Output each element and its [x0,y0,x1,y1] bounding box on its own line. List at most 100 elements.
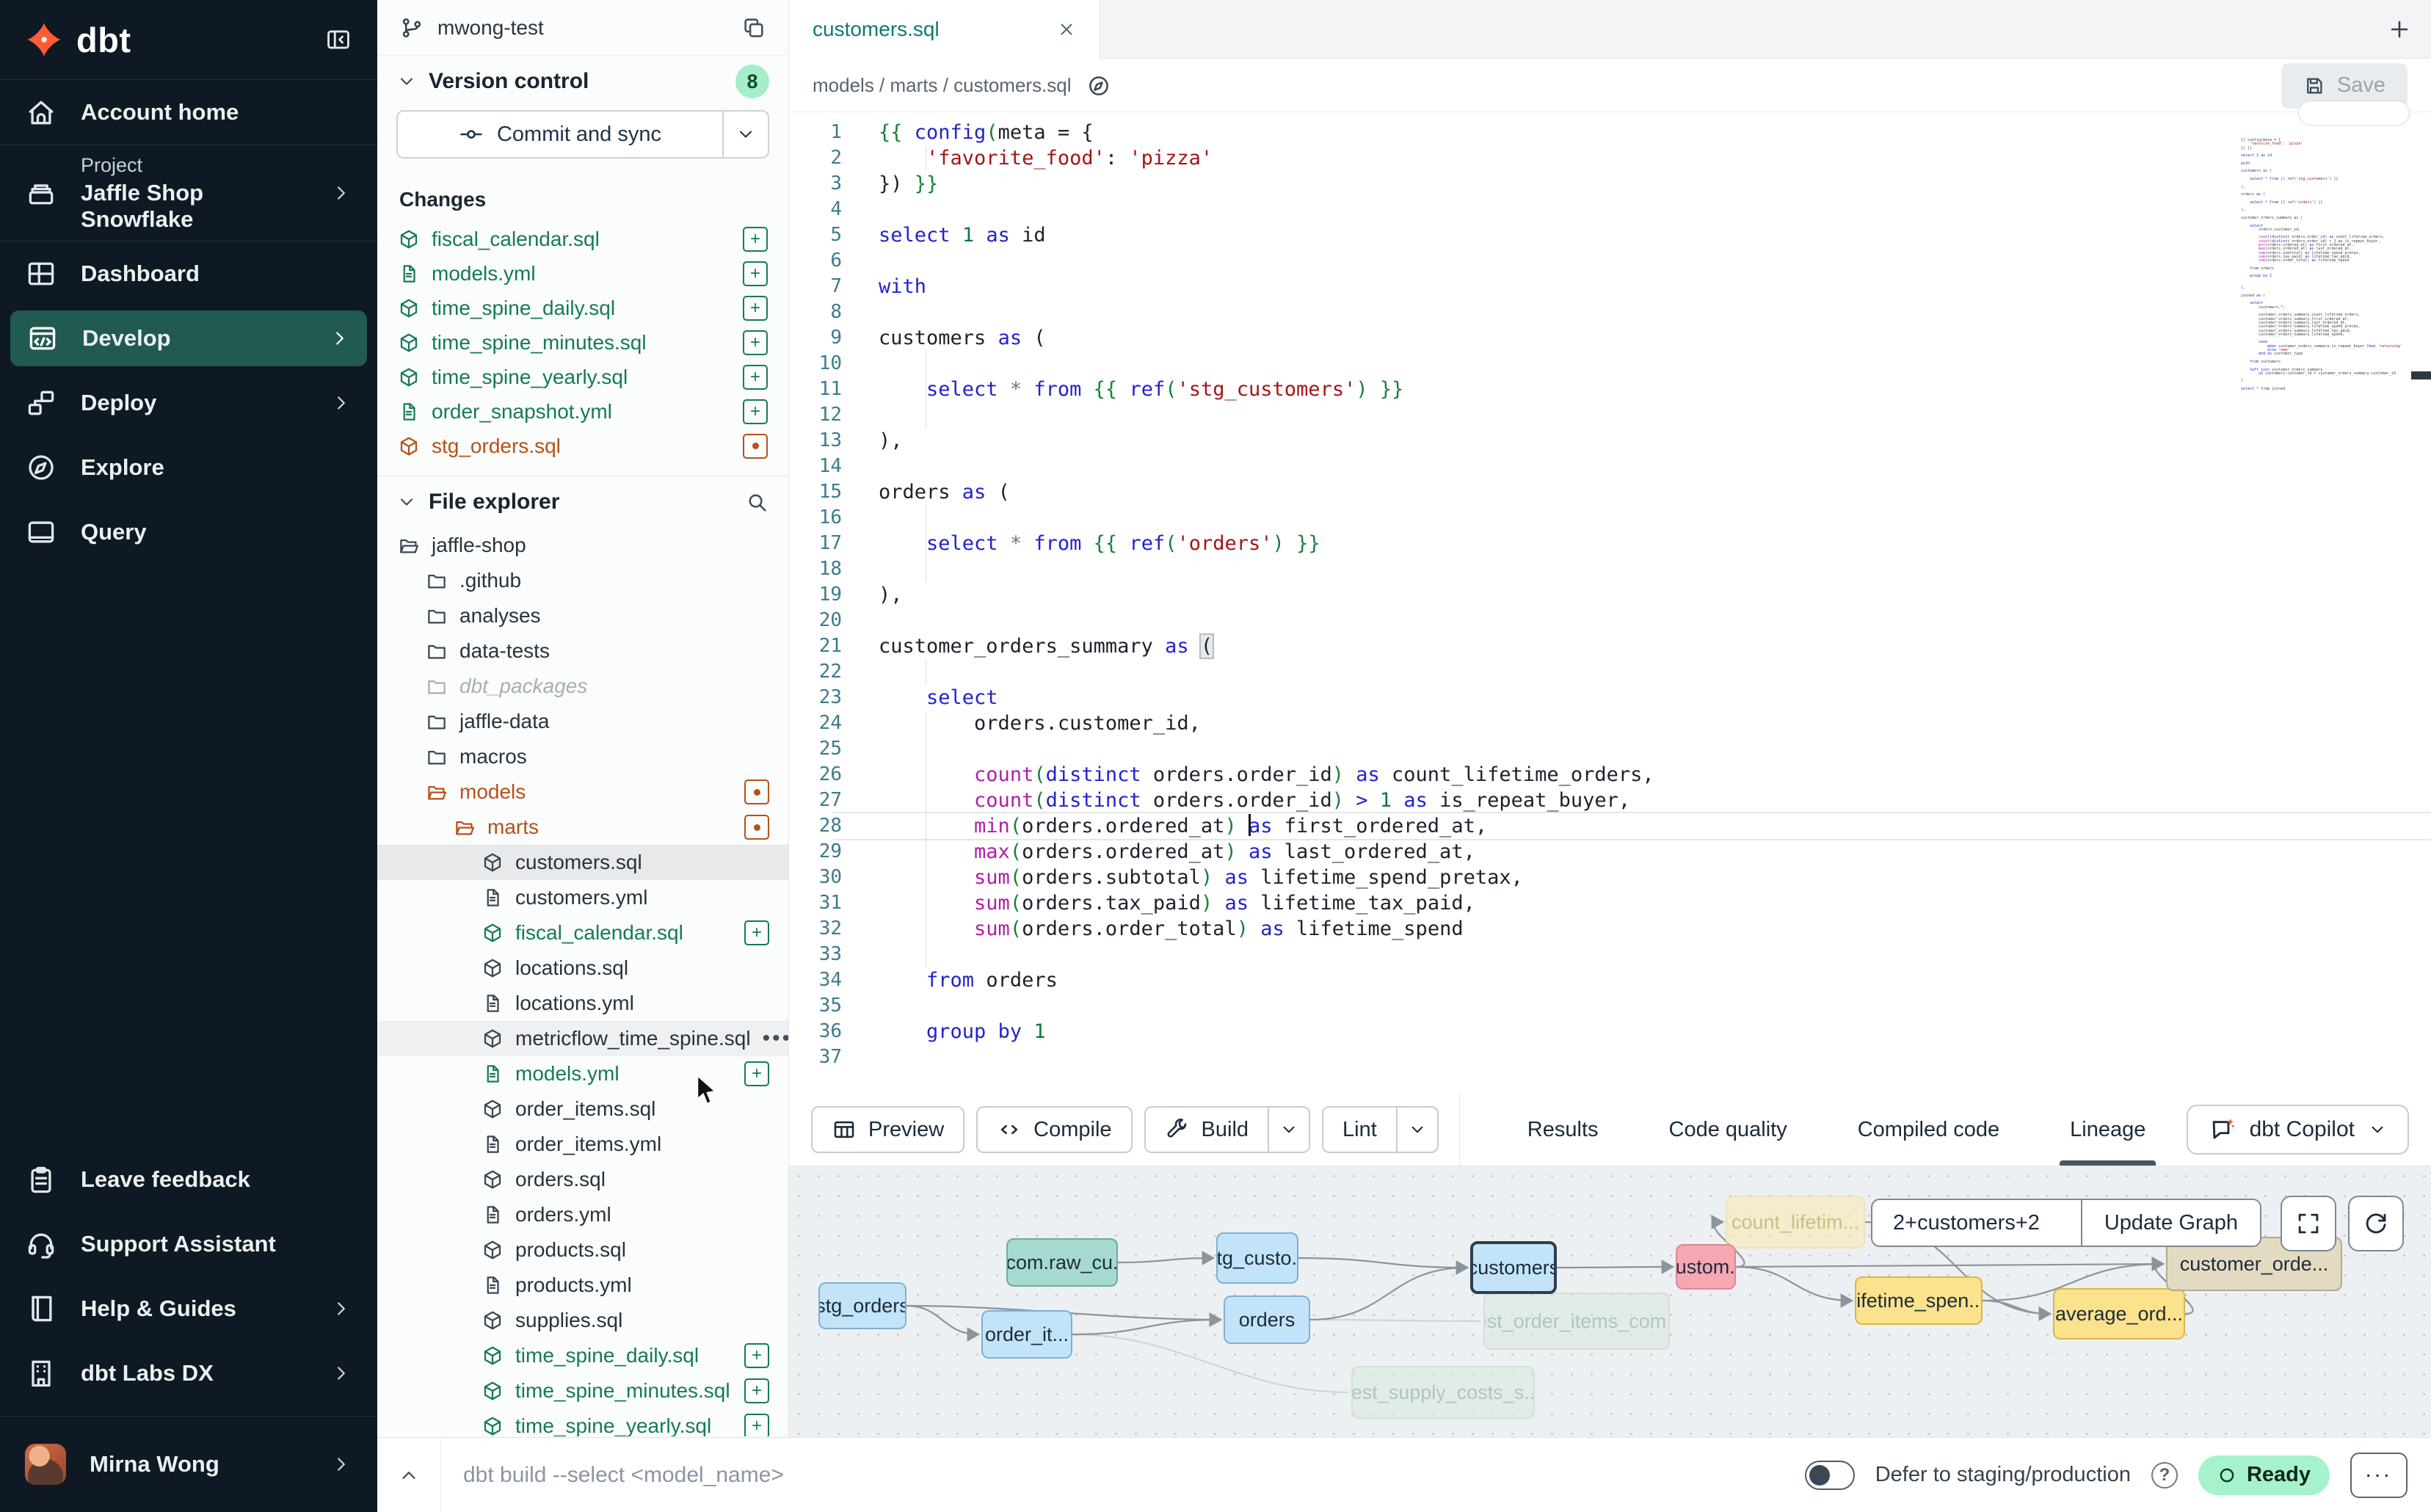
code-line-15[interactable]: 15orders as ( [789,479,2431,505]
compass-icon[interactable] [1086,73,1111,98]
code-line-21[interactable]: 21customer_orders_summary as ( [789,633,2431,659]
code-line-29[interactable]: 29 max(orders.ordered_at) as last_ordere… [789,839,2431,865]
stage-add-icon[interactable]: + [744,1061,769,1086]
file-tree-item-dbt-packages[interactable]: dbt_packages [377,669,788,704]
code-line-28[interactable]: 28 min(orders.ordered_at) as first_order… [789,813,2431,839]
help-icon[interactable]: ? [2151,1462,2178,1489]
dbt-copilot-button[interactable]: dbt Copilot [2187,1105,2409,1155]
stage-add-icon[interactable]: + [744,1343,769,1368]
code-line-9[interactable]: 9customers as ( [789,325,2431,351]
code-line-31[interactable]: 31 sum(orders.tax_paid) as lifetime_tax_… [789,890,2431,916]
code-line-8[interactable]: 8 [789,299,2431,325]
lineage-canvas[interactable]: ecom.raw_cu...stg_custo...stg_ordersorde… [789,1166,2431,1437]
sidebar-item-explore[interactable]: Explore [0,435,377,500]
code-line-14[interactable]: 14 [789,454,2431,479]
file-tree-item-time-spine-daily-sql[interactable]: time_spine_daily.sql+ [377,1338,788,1373]
lint-options-button[interactable] [1396,1108,1437,1152]
file-tree-item-products-yml[interactable]: products.yml [377,1268,788,1303]
lineage-node-customers_metric[interactable]: custom... [1676,1244,1736,1290]
change-row[interactable]: models.yml + [377,256,788,291]
code-line-11[interactable]: 11 select * from {{ ref('stg_customers')… [789,377,2431,402]
code-line-24[interactable]: 24 orders.customer_id, [789,710,2431,736]
command-input[interactable]: dbt build --select <model_name> [463,1463,784,1488]
file-tree-item-locations-sql[interactable]: locations.sql [377,951,788,986]
file-tree-item-jaffle-data[interactable]: jaffle-data [377,704,788,739]
code-line-16[interactable]: 16 [789,505,2431,531]
sidebar-item-dbt-labs-dx[interactable]: dbt Labs DX [0,1341,377,1406]
sidebar-item-develop[interactable]: Develop [10,310,367,366]
file-explorer-section-header[interactable]: File explorer [377,476,788,528]
stage-add-icon[interactable]: + [743,399,768,424]
file-tree-item-fiscal-calendar-sql[interactable]: fiscal_calendar.sql+ [377,915,788,951]
change-row[interactable]: stg_orders.sql [377,429,788,463]
lineage-node-stg_orders[interactable]: stg_orders [818,1282,906,1329]
change-row[interactable]: order_snapshot.yml + [377,394,788,429]
stage-add-icon[interactable]: + [743,365,768,390]
code-line-22[interactable]: 22 [789,659,2431,685]
commit-and-sync-button[interactable]: Commit and sync [396,110,769,159]
tab-customers-sql[interactable]: customers.sql [789,0,1100,59]
file-tree-item-order-items-sql[interactable]: order_items.sql [377,1091,788,1127]
user-menu[interactable]: Mirna Wong [0,1417,377,1512]
close-icon[interactable] [1057,20,1076,39]
scroll-indicator[interactable] [2298,101,2410,126]
stage-add-icon[interactable]: + [743,330,768,355]
code-line-3[interactable]: 3}) }} [789,171,2431,197]
sidebar-item-query[interactable]: Query [0,500,377,564]
tab-code-quality[interactable]: Code quality [1669,1094,1787,1166]
change-row[interactable]: time_spine_minutes.sql + [377,325,788,360]
modified-dot-icon[interactable] [744,779,769,804]
file-tree-item-customers-sql[interactable]: customers.sql [377,845,788,880]
stage-add-icon[interactable]: + [744,1414,769,1436]
refresh-graph-button[interactable] [2348,1196,2404,1251]
lineage-filter-input[interactable]: 2+customers+2 [1872,1200,2081,1246]
code-line-18[interactable]: 18 [789,556,2431,582]
sidebar-item-help-guides[interactable]: Help & Guides [0,1276,377,1341]
file-tree-item-products-sql[interactable]: products.sql [377,1232,788,1268]
tab-results[interactable]: Results [1527,1094,1599,1166]
sidebar-item-jaffle-shop-snowflake[interactable]: Project Jaffle Shop Snowflake [0,145,377,241]
fullscreen-button[interactable] [2281,1196,2336,1251]
row-menu-icon[interactable]: ••• [763,1026,788,1051]
stage-add-icon[interactable]: + [743,296,768,321]
file-tree-item-models[interactable]: models [377,774,788,810]
file-tree-item--github[interactable]: .github [377,563,788,598]
lineage-node-count_lifetime[interactable]: count_lifetim... [1726,1196,1865,1249]
stage-add-icon[interactable]: + [743,227,768,252]
lint-button[interactable]: Lint [1323,1108,1396,1152]
tab-lineage[interactable]: Lineage [2070,1094,2145,1166]
code-line-33[interactable]: 33 [789,942,2431,967]
file-tree-item-order-items-yml[interactable]: order_items.yml [377,1127,788,1162]
collapse-sidebar-icon[interactable] [324,26,352,54]
code-line-30[interactable]: 30 sum(orders.subtotal) as lifetime_spen… [789,865,2431,890]
expand-command-bar-button[interactable] [377,1464,440,1486]
code-line-1[interactable]: 1{{ config(meta = { [789,120,2431,145]
code-line-5[interactable]: 5select 1 as id [789,222,2431,248]
defer-toggle[interactable] [1805,1461,1855,1490]
code-line-12[interactable]: 12 [789,402,2431,428]
file-tree-item-marts[interactable]: marts [377,810,788,845]
lineage-node-orders[interactable]: orders [1224,1295,1310,1344]
code-line-35[interactable]: 35 [789,993,2431,1019]
tab-compiled-code[interactable]: Compiled code [1858,1094,1999,1166]
new-tab-icon[interactable] [2387,17,2412,42]
lineage-node-average_order[interactable]: average_ord... [2053,1288,2185,1340]
lineage-node-test_order_items[interactable]: test_order_items_com... [1483,1293,1670,1350]
preview-button[interactable]: Preview [811,1106,964,1153]
change-row[interactable]: time_spine_yearly.sql + [377,360,788,394]
file-tree-item-data-tests[interactable]: data-tests [377,633,788,669]
lineage-node-test_supply[interactable]: test_supply_costs_s... [1351,1366,1535,1419]
code-line-17[interactable]: 17 select * from {{ ref('orders') }} [789,531,2431,556]
lineage-node-lifetime_spend[interactable]: lifetime_spen... [1855,1276,1983,1325]
file-tree-item-analyses[interactable]: analyses [377,598,788,633]
stage-add-icon[interactable]: + [744,1378,769,1403]
code-line-10[interactable]: 10 [789,351,2431,377]
code-line-27[interactable]: 27 count(distinct orders.order_id) > 1 a… [789,788,2431,813]
code-line-34[interactable]: 34 from orders [789,967,2431,993]
code-line-26[interactable]: 26 count(distinct orders.order_id) as co… [789,762,2431,788]
code-line-32[interactable]: 32 sum(orders.order_total) as lifetime_s… [789,916,2431,942]
file-tree-item-macros[interactable]: macros [377,739,788,774]
change-row[interactable]: time_spine_daily.sql + [377,291,788,325]
compile-button[interactable]: Compile [976,1106,1132,1153]
sidebar-item-leave-feedback[interactable]: Leave feedback [0,1147,377,1212]
